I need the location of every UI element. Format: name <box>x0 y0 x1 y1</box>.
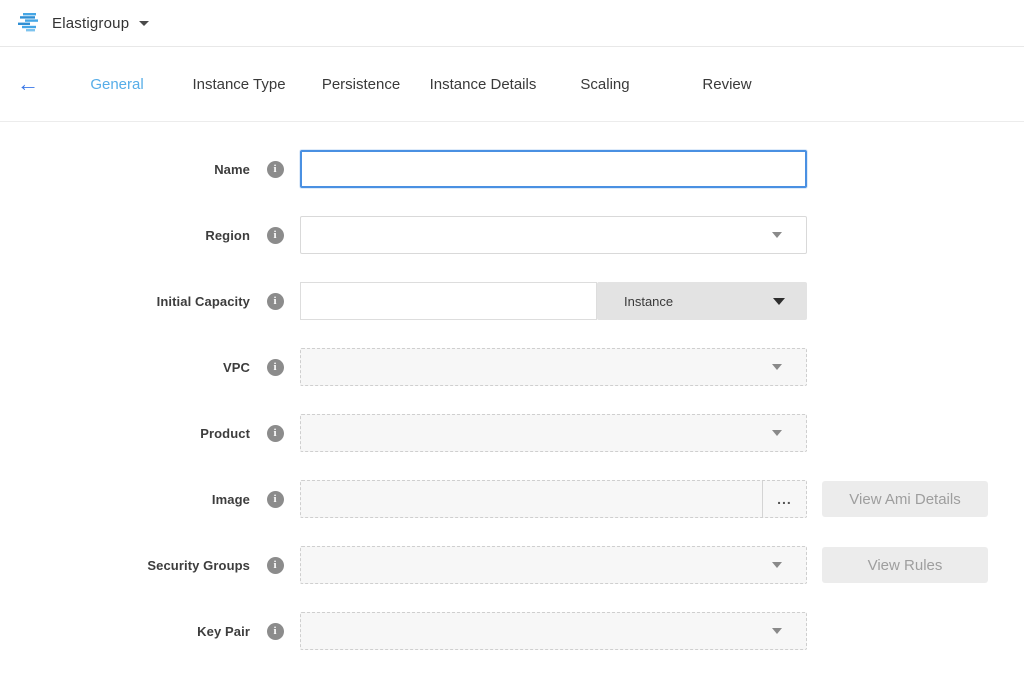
back-button[interactable]: ← <box>0 73 56 95</box>
info-icon[interactable]: i <box>267 491 284 508</box>
info-icon[interactable]: i <box>267 293 284 310</box>
form-row-region: Region i <box>0 216 1024 254</box>
form-row-image: Image i ... View Ami Details <box>0 480 1024 518</box>
info-icon[interactable]: i <box>267 557 284 574</box>
wizard-tabs: General Instance Type Persistence Instan… <box>56 76 788 93</box>
security-groups-select[interactable] <box>300 546 807 584</box>
region-label: Region <box>0 228 250 243</box>
elastigroup-logo-icon <box>16 12 42 34</box>
tab-instance-details[interactable]: Instance Details <box>422 76 544 93</box>
region-select[interactable] <box>300 216 807 254</box>
vpc-select[interactable] <box>300 348 807 386</box>
form-row-key-pair: Key Pair i <box>0 612 1024 650</box>
browse-image-button[interactable]: ... <box>762 481 806 517</box>
view-ami-details-button[interactable]: View Ami Details <box>822 481 988 517</box>
key-pair-label: Key Pair <box>0 624 250 639</box>
info-icon[interactable]: i <box>267 425 284 442</box>
tab-scaling[interactable]: Scaling <box>544 76 666 93</box>
info-icon[interactable]: i <box>267 623 284 640</box>
form-row-name: Name i <box>0 150 1024 188</box>
info-icon[interactable]: i <box>267 161 284 178</box>
product-select[interactable] <box>300 414 807 452</box>
product-label: Product <box>0 426 250 441</box>
initial-capacity-label: Initial Capacity <box>0 294 250 309</box>
security-groups-label: Security Groups <box>0 558 250 573</box>
app-title: Elastigroup <box>52 15 129 32</box>
tab-general[interactable]: General <box>56 76 178 93</box>
form-row-vpc: VPC i <box>0 348 1024 386</box>
capacity-unit-value: Instance <box>624 294 773 309</box>
form-row-product: Product i <box>0 414 1024 452</box>
name-label: Name <box>0 162 250 177</box>
view-rules-button[interactable]: View Rules <box>822 547 988 583</box>
name-input[interactable] <box>300 150 807 188</box>
form-row-initial-capacity: Initial Capacity i Instance <box>0 282 1024 320</box>
chevron-down-icon <box>773 298 785 305</box>
capacity-unit-select[interactable]: Instance <box>597 282 807 320</box>
image-field: ... <box>300 480 807 518</box>
chevron-down-icon <box>772 562 782 568</box>
chevron-down-icon <box>772 430 782 436</box>
tab-review[interactable]: Review <box>666 76 788 93</box>
top-bar: Elastigroup <box>0 0 1024 47</box>
general-form: Name i Region i Initial Capacity i Insta… <box>0 122 1024 650</box>
chevron-down-icon <box>772 232 782 238</box>
image-value[interactable] <box>301 481 762 517</box>
image-label: Image <box>0 492 250 507</box>
key-pair-select[interactable] <box>300 612 807 650</box>
tab-persistence[interactable]: Persistence <box>300 76 422 93</box>
chevron-down-icon <box>772 628 782 634</box>
tab-instance-type[interactable]: Instance Type <box>178 76 300 93</box>
info-icon[interactable]: i <box>267 359 284 376</box>
arrow-left-icon: ← <box>17 73 39 95</box>
info-icon[interactable]: i <box>267 227 284 244</box>
product-switcher[interactable]: Elastigroup <box>16 12 149 34</box>
form-row-security-groups: Security Groups i View Rules <box>0 546 1024 584</box>
vpc-label: VPC <box>0 360 250 375</box>
initial-capacity-input[interactable] <box>300 282 597 320</box>
wizard-nav: ← General Instance Type Persistence Inst… <box>0 47 1024 122</box>
chevron-down-icon <box>139 21 149 26</box>
chevron-down-icon <box>772 364 782 370</box>
